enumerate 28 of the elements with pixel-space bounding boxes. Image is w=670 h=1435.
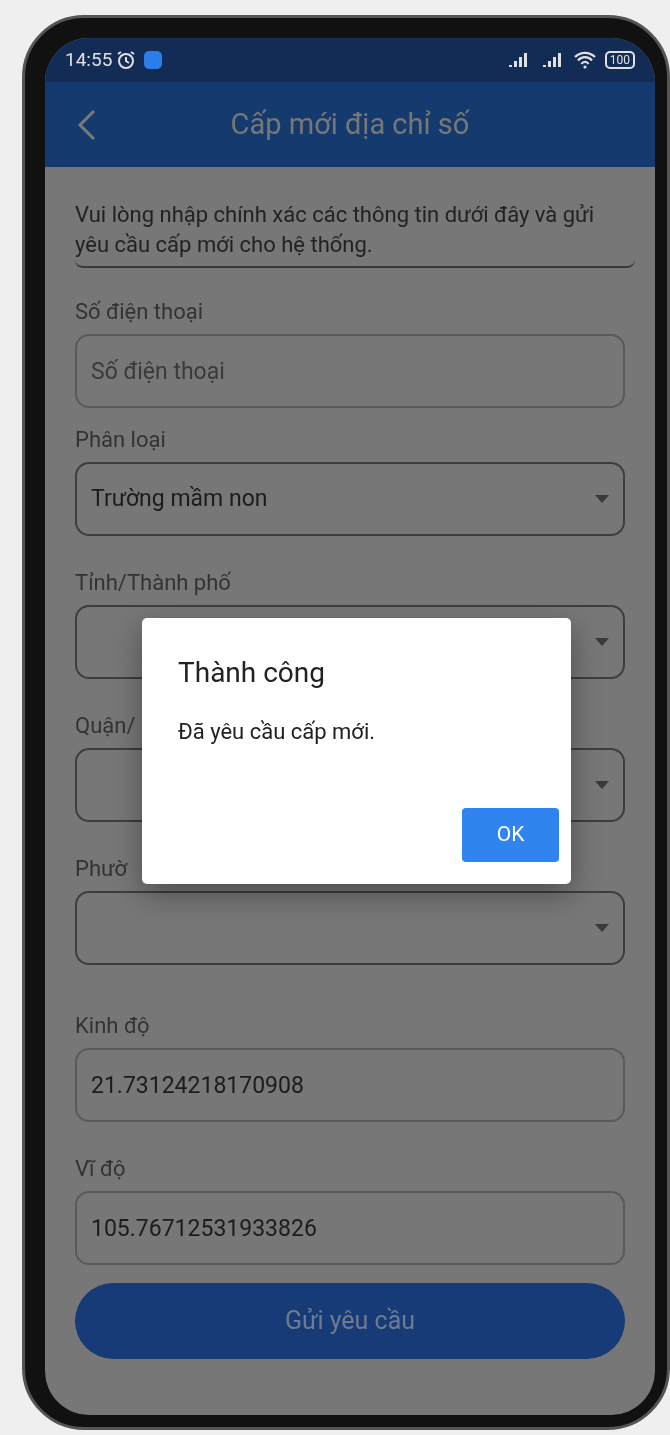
field-label: Vĩ độ	[75, 1155, 126, 1183]
dropdown-field[interactable]	[75, 891, 625, 965]
back-icon[interactable]	[77, 108, 97, 141]
app-icon	[144, 51, 163, 69]
page-title: Cấp mới địa chỉ số	[230, 105, 470, 143]
submit-button[interactable]: Gửi yêu cầu	[75, 1283, 625, 1359]
intro-text: Vui lòng nhập chính xác các thông tin dưới đây và gửi yêu cầu cấp mới cho hệ thống.	[75, 200, 635, 268]
status-time: 14:55	[65, 46, 113, 73]
field-label: Kinh độ	[75, 1012, 150, 1040]
dialog-message: Đã yêu cầu cấp mới.	[178, 718, 376, 746]
dialog-title: Thành công	[178, 656, 325, 690]
alarm-icon	[116, 50, 137, 70]
input-field[interactable]: 105.76712531933826	[75, 1191, 625, 1265]
dropdown-field[interactable]: Trường mầm non	[75, 462, 625, 536]
ok-button[interactable]: OK	[462, 808, 559, 862]
field-label: Số điện thoại	[75, 298, 203, 326]
dropdown-caret-icon	[595, 495, 609, 503]
field-label: Phân loại	[75, 426, 166, 454]
field-label: Phườ	[75, 855, 128, 883]
field-label: Tỉnh/Thành phố	[75, 569, 231, 597]
dropdown-caret-icon	[595, 781, 609, 789]
input-field[interactable]: 21.73124218170908	[75, 1048, 625, 1122]
field-label: Quận/	[75, 712, 136, 740]
dropdown-caret-icon	[595, 638, 609, 646]
wifi-icon	[572, 51, 597, 69]
battery-indicator: 100	[604, 51, 635, 69]
dropdown-caret-icon	[595, 924, 609, 932]
input-field[interactable]: Số điện thoại	[75, 334, 625, 408]
